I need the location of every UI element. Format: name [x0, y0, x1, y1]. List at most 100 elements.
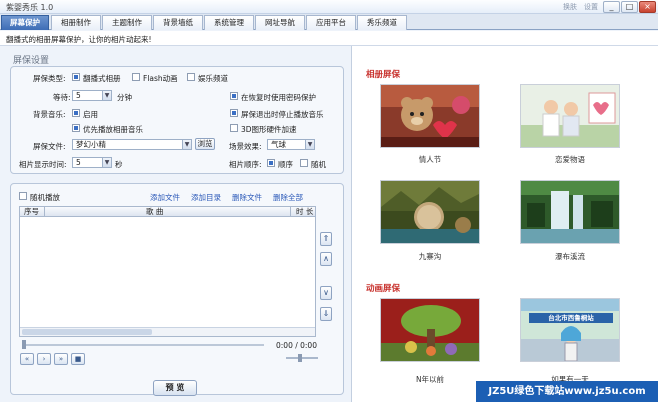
column-divider	[290, 207, 291, 217]
chevron-down-icon: ▼	[182, 140, 191, 149]
album-thumb-waterfall[interactable]	[520, 180, 620, 244]
title-bar: 紫婴秀乐 1.0 换肤 设置 _ □ ×	[0, 0, 658, 14]
bg-music-label: 背景音乐:	[33, 110, 66, 119]
saver-type-flash-label: Flash动画	[143, 74, 178, 83]
album-caption-love-story: 恋爱物语	[555, 155, 585, 164]
photo-album-category-title: 相册屏保	[366, 70, 401, 80]
skin-link[interactable]: 换肤	[563, 2, 577, 12]
playback-progress-bar[interactable]	[24, 344, 264, 346]
preview-button[interactable]: 预 览	[153, 380, 197, 396]
app-title: 紫婴秀乐 1.0	[6, 3, 54, 12]
photo-time-select[interactable]: 5 ▼	[72, 157, 112, 168]
tab-xiule-channel[interactable]: 秀乐频道	[357, 15, 407, 30]
info-text: 翻播式的相册屏幕保护，让你的相片动起来!	[6, 35, 152, 44]
album-thumb-love-story[interactable]	[520, 84, 620, 148]
move-down-button[interactable]: ∨	[320, 286, 332, 300]
password-checkbox[interactable]	[230, 92, 238, 100]
album-caption-waterfall: 瀑布溪流	[555, 252, 585, 261]
saver-type-entertainment-label: 娱乐频道	[198, 74, 228, 83]
saver-type-album-label: 翻播式相册	[83, 74, 121, 83]
close-button[interactable]: ×	[639, 1, 656, 13]
priority-music-checkbox[interactable]	[72, 124, 80, 132]
anim-thumb-years-ago[interactable]	[380, 298, 480, 362]
lake-image	[381, 181, 479, 243]
playlist-hscrollbar[interactable]	[20, 327, 315, 336]
delete-file-link[interactable]: 删除文件	[232, 192, 262, 203]
bg-music-enable-label: 启用	[83, 110, 98, 119]
tab-screensaver[interactable]: 屏幕保护	[1, 15, 49, 30]
anim-caption-years-ago: N年以前	[415, 375, 445, 384]
saver-type-album-radio[interactable]	[72, 73, 80, 81]
animation-category-title: 动画屏保	[366, 284, 401, 294]
order-sequential-radio[interactable]	[267, 159, 275, 167]
col-time: 时 长	[296, 207, 314, 216]
album-caption-valentines: 情人节	[418, 155, 442, 164]
bg-music-enable-checkbox[interactable]	[72, 109, 80, 117]
move-top-button[interactable]: ⇑	[320, 232, 332, 246]
scroll-thumb[interactable]	[22, 329, 152, 335]
delete-all-link[interactable]: 删除全部	[273, 192, 303, 203]
gallery-panel: 相册屏保 情人节 恋爱物语 九寨沟 瀑布溪流 动画屏保 N年以前 台北市西鲁桐站…	[352, 46, 658, 402]
cartoon-tree-image	[381, 299, 479, 361]
wait-select[interactable]: 5 ▼	[72, 90, 112, 101]
saver-type-entertainment-checkbox[interactable]	[187, 73, 195, 81]
scene-effect-value: 气球	[271, 140, 286, 149]
progress-handle[interactable]	[22, 340, 26, 349]
station-sign: 台北市西鲁桐站	[548, 314, 594, 322]
wait-unit: 分钟	[117, 93, 132, 102]
tab-system[interactable]: 系统管理	[204, 15, 254, 30]
tab-wallpaper[interactable]: 背景墙纸	[153, 15, 203, 30]
saver-type-label: 屏保类型:	[33, 74, 66, 83]
wait-value: 5	[76, 91, 81, 100]
photo-time-unit: 秒	[115, 160, 123, 169]
photo-order-label: 相片顺序:	[229, 160, 262, 169]
order-sequential-label: 顺序	[278, 160, 293, 169]
order-random-radio[interactable]	[300, 159, 308, 167]
album-thumb-valentines[interactable]	[380, 84, 480, 148]
move-bottom-button[interactable]: ⇓	[320, 307, 332, 321]
playlist-table[interactable]: 序号 歌 曲 时 长	[19, 206, 316, 337]
saver-type-flash-checkbox[interactable]	[132, 73, 140, 81]
photo-time-label: 相片显示时间:	[19, 160, 67, 169]
add-file-link[interactable]: 添加文件	[150, 192, 180, 203]
scene-effect-select[interactable]: 气球 ▼	[267, 139, 315, 150]
chevron-down-icon: ▼	[102, 158, 111, 167]
saver-file-value: 梦幻小精	[76, 140, 106, 149]
tab-album-making[interactable]: 相册制作	[51, 15, 101, 30]
site-watermark: JZ5U绿色下载站www.jz5u.com	[476, 381, 658, 402]
next-icon[interactable]: »	[54, 353, 68, 365]
playlist-table-header: 序号 歌 曲 时 长	[20, 207, 315, 217]
hw-accel-checkbox[interactable]	[230, 124, 238, 132]
play-icon[interactable]: ›	[37, 353, 51, 365]
volume-handle[interactable]	[298, 354, 302, 362]
settings-section-title: 屏保设置	[13, 56, 50, 66]
previous-icon[interactable]: «	[20, 353, 34, 365]
hw-accel-label: 3D图形硬件加速	[241, 125, 297, 134]
cartoon-girl-image	[521, 299, 619, 361]
tab-web-nav[interactable]: 网址导航	[255, 15, 305, 30]
chevron-down-icon: ▼	[305, 140, 314, 149]
stop-icon[interactable]: ■	[71, 353, 85, 365]
couple-image	[521, 85, 619, 147]
stop-music-checkbox[interactable]	[230, 109, 238, 117]
browse-button[interactable]: 浏览	[195, 138, 215, 150]
tab-app-platform[interactable]: 应用平台	[306, 15, 356, 30]
scene-effect-label: 场景效果:	[229, 142, 262, 151]
album-thumb-jiuzhaigou[interactable]	[380, 180, 480, 244]
column-divider	[44, 207, 45, 217]
col-song: 歌 曲	[146, 207, 164, 216]
random-play-checkbox[interactable]	[19, 192, 27, 200]
photo-time-value: 5	[76, 158, 81, 167]
add-dir-link[interactable]: 添加目录	[191, 192, 221, 203]
minimize-button[interactable]: _	[603, 1, 620, 13]
saver-file-label: 屏保文件:	[33, 142, 66, 151]
volume-slider[interactable]	[286, 357, 318, 359]
info-bar: 翻播式的相册屏幕保护，让你的相片动起来!	[0, 31, 658, 46]
maximize-button[interactable]: □	[621, 1, 638, 13]
anim-thumb-if-one-day[interactable]: 台北市西鲁桐站	[520, 298, 620, 362]
saver-file-select[interactable]: 梦幻小精 ▼	[72, 139, 192, 150]
tab-theme-making[interactable]: 主题制作	[102, 15, 152, 30]
playback-time: 0:00 / 0:00	[276, 341, 317, 350]
move-up-button[interactable]: ∧	[320, 252, 332, 266]
settings-link[interactable]: 设置	[584, 2, 598, 12]
